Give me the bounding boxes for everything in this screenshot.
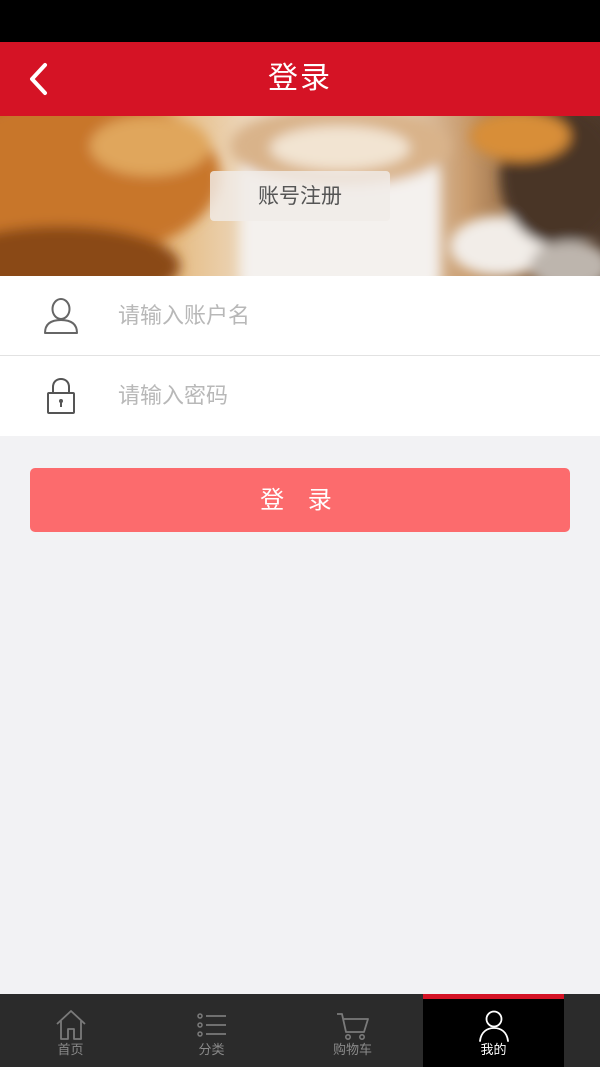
tab-home[interactable]: 首页 bbox=[0, 994, 141, 1067]
tab-label-home: 首页 bbox=[57, 1043, 84, 1058]
login-form bbox=[0, 276, 600, 436]
password-row bbox=[0, 356, 600, 436]
banner-image: 账号注册 bbox=[0, 116, 600, 276]
username-input[interactable] bbox=[118, 296, 568, 336]
tab-bar-spacer bbox=[564, 994, 600, 1067]
tab-category[interactable]: 分类 bbox=[141, 994, 282, 1067]
tab-label-mine: 我的 bbox=[480, 1043, 507, 1058]
login-button[interactable]: 登 录 bbox=[30, 468, 570, 532]
cart-icon bbox=[336, 1013, 369, 1040]
register-button[interactable]: 账号注册 bbox=[210, 171, 390, 221]
user-icon bbox=[44, 298, 78, 334]
home-icon bbox=[55, 1010, 86, 1040]
person-icon bbox=[478, 1010, 509, 1042]
username-row bbox=[0, 276, 600, 356]
status-bar bbox=[0, 0, 600, 42]
list-icon bbox=[196, 1013, 226, 1037]
tab-bar: 首页 分类 购物车 我的 bbox=[0, 994, 600, 1067]
tab-label-cart: 购物车 bbox=[332, 1043, 372, 1058]
tab-mine[interactable]: 我的 bbox=[423, 994, 564, 1067]
password-input[interactable] bbox=[118, 376, 568, 416]
tab-label-category: 分类 bbox=[198, 1043, 225, 1058]
nav-bar: 登录 bbox=[0, 42, 600, 116]
page-title: 登录 bbox=[268, 61, 332, 96]
lock-icon bbox=[47, 377, 75, 414]
tab-cart[interactable]: 购物车 bbox=[282, 994, 423, 1067]
